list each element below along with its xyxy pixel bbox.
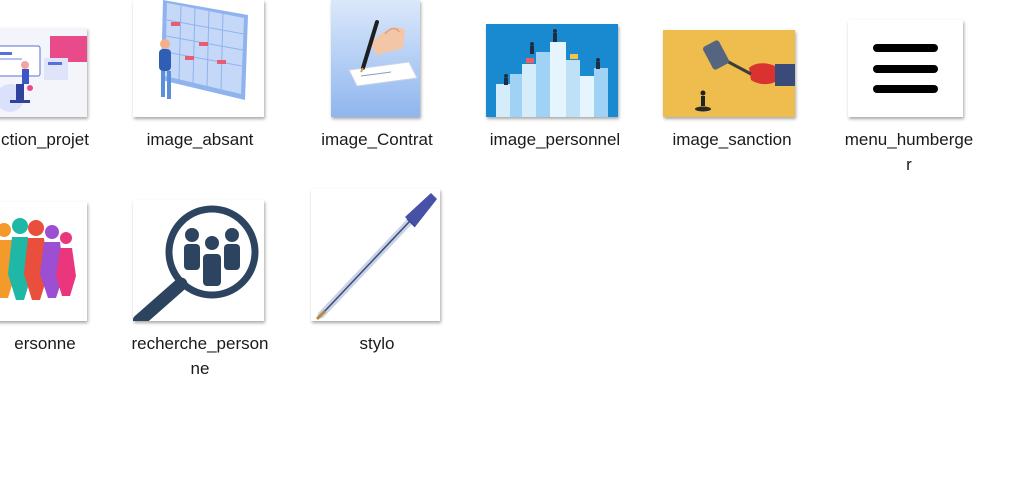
thumbnail-stylo: [311, 189, 440, 321]
bar-chart-people-icon: [486, 24, 618, 117]
file-name: image_absant: [146, 130, 254, 149]
magnifier-people-icon: [133, 200, 264, 321]
hand-signing-icon: [331, 0, 420, 117]
gavel-illustration-icon: [663, 30, 795, 117]
thumbnail-action-projet: [0, 28, 87, 117]
file-name: menu_humberge r: [834, 127, 984, 177]
ballpoint-pen-icon: [311, 189, 440, 321]
project-illustration-icon: [0, 28, 87, 117]
file-name: image_Contrat: [321, 130, 433, 149]
thumbnail-personne: [0, 202, 87, 321]
file-name-line-1: menu_humberge: [844, 130, 974, 149]
file-name: image_personnel: [489, 130, 621, 149]
file-name: image_sanction: [672, 130, 792, 149]
file-name-line-1: recherche_person: [131, 334, 269, 353]
file-name-line-2: r: [906, 155, 912, 174]
thumbnail-recherche-personne: [133, 200, 264, 321]
thumbnail-image-absant: [133, 0, 264, 117]
file-name: recherche_person ne: [125, 331, 275, 381]
hamburger-menu-icon: [848, 20, 963, 117]
file-name: stylo: [359, 334, 395, 353]
file-name: ction_projet: [1, 130, 89, 149]
calendar-illustration-icon: [133, 0, 264, 117]
file-name-line-2: ne: [190, 359, 210, 378]
thumbnail-menu-humberger: [848, 20, 963, 117]
file-name: ersonne: [14, 334, 76, 353]
thumbnail-image-sanction: [663, 30, 795, 117]
people-silhouettes-logo-icon: [0, 202, 87, 321]
thumbnail-image-personnel: [486, 24, 618, 117]
thumbnail-image-contrat: [331, 0, 420, 117]
